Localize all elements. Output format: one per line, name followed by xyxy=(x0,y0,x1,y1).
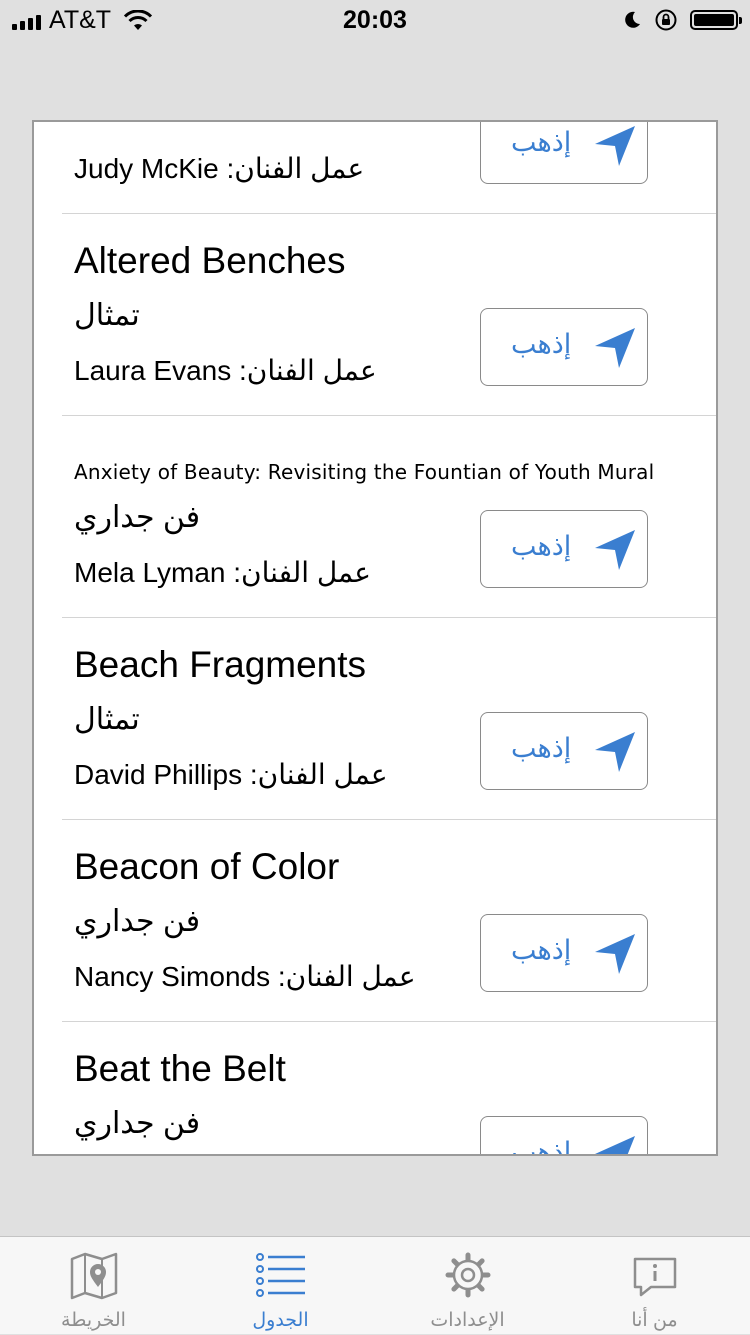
tab-about[interactable]: من أنا xyxy=(561,1237,748,1335)
rotation-lock-icon xyxy=(655,9,677,31)
list-item[interactable]: Beat the Belt فن جداري إذهب xyxy=(34,1022,716,1156)
artwork-title: Beach Fragments xyxy=(74,644,367,685)
info-bubble-icon xyxy=(633,1257,676,1297)
tab-table-label: الجدول xyxy=(252,1310,309,1331)
status-bar: AT&T 20:03 xyxy=(0,0,750,40)
map-icon xyxy=(70,1252,117,1300)
artwork-title: Altered Benches xyxy=(74,240,346,281)
tab-map-label: الخريطة xyxy=(61,1310,126,1331)
tab-settings-label: الإعدادات xyxy=(430,1310,505,1331)
list-item[interactable]: Judy McKie :عمل الفنان إذهب xyxy=(34,122,716,214)
artwork-artist: Mela Lyman :عمل الفنان xyxy=(74,557,371,588)
tab-settings[interactable]: الإعدادات xyxy=(374,1237,561,1335)
go-button-label: إذهب xyxy=(511,531,572,561)
gear-icon xyxy=(445,1252,490,1298)
artwork-title: Beat the Belt xyxy=(74,1048,286,1089)
navigation-arrow-icon xyxy=(595,1136,635,1154)
artwork-artist: Judy McKie :عمل الفنان xyxy=(74,153,365,184)
artwork-type: تمثال xyxy=(74,299,140,332)
list-item[interactable]: Beach Fragments تمثال David Phillips :عم… xyxy=(34,618,716,820)
go-button[interactable]: إذهب xyxy=(480,1116,648,1156)
go-button[interactable]: إذهب xyxy=(480,712,648,790)
moon-icon xyxy=(625,11,640,28)
navigation-arrow-icon xyxy=(595,328,635,368)
battery-icon xyxy=(690,10,742,30)
navigation-arrow-icon xyxy=(595,530,635,570)
list-icon xyxy=(255,1253,305,1297)
artwork-artist: David Phillips :عمل الفنان xyxy=(74,759,388,790)
go-button-label: إذهب xyxy=(511,733,572,763)
list-item[interactable]: Altered Benches تمثال Laura Evans :عمل ا… xyxy=(34,214,716,416)
artwork-title: Anxiety of Beauty: Revisiting the Founti… xyxy=(74,460,655,484)
artwork-type: تمثال xyxy=(74,703,140,736)
artwork-artist: Nancy Simonds :عمل الفنان xyxy=(74,961,416,992)
navigation-arrow-icon xyxy=(595,934,635,974)
go-button[interactable]: إذهب xyxy=(480,914,648,992)
tab-bar: الخريطة الجدول الإعدادات من أنا xyxy=(0,1236,750,1334)
go-button-label: إذهب xyxy=(511,329,572,359)
artwork-list[interactable]: Judy McKie :عمل الفنان إذهب Altered Benc… xyxy=(34,122,716,1156)
artwork-title: Beacon of Color xyxy=(74,846,340,887)
status-right xyxy=(622,8,742,32)
go-button[interactable]: إذهب xyxy=(480,122,648,184)
list-item[interactable]: Anxiety of Beauty: Revisiting the Founti… xyxy=(34,416,716,618)
go-button[interactable]: إذهب xyxy=(480,308,648,386)
go-button-label: إذهب xyxy=(511,1137,572,1156)
tab-table[interactable]: الجدول xyxy=(187,1237,374,1335)
navigation-arrow-icon xyxy=(595,732,635,772)
artwork-type: فن جداري xyxy=(74,905,201,938)
go-button-label: إذهب xyxy=(511,935,572,965)
artwork-type: فن جداري xyxy=(74,501,201,534)
artwork-artist: Laura Evans :عمل الفنان xyxy=(74,355,377,386)
tab-map[interactable]: الخريطة xyxy=(0,1237,187,1335)
list-item[interactable]: Beacon of Color فن جداري Nancy Simonds :… xyxy=(34,820,716,1022)
go-button-label: إذهب xyxy=(511,127,572,157)
go-button[interactable]: إذهب xyxy=(480,510,648,588)
artwork-list-card[interactable]: Judy McKie :عمل الفنان إذهب Altered Benc… xyxy=(32,120,718,1156)
artwork-type: فن جداري xyxy=(74,1107,201,1140)
navigation-arrow-icon xyxy=(595,126,635,166)
tab-about-label: من أنا xyxy=(631,1310,678,1331)
